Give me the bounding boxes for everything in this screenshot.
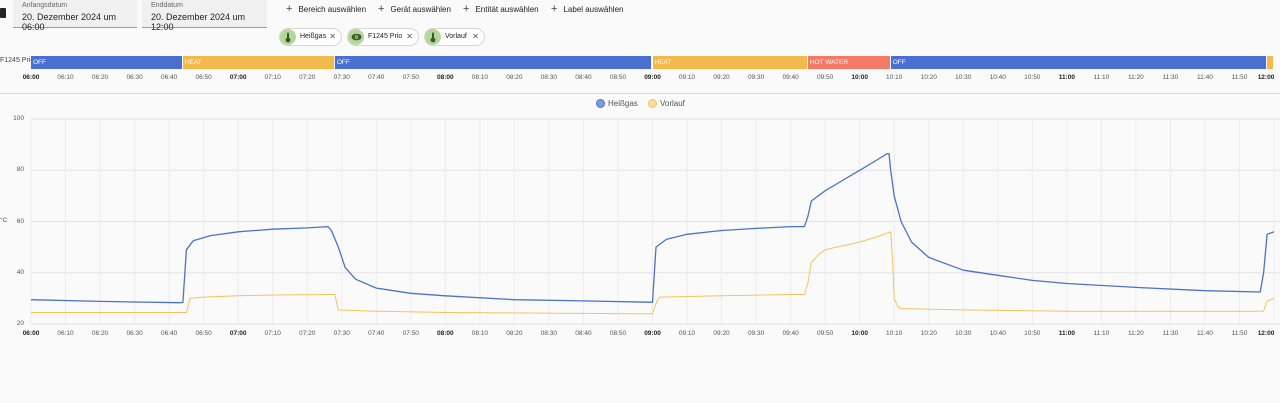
time-tick-label: 10:30 bbox=[955, 330, 972, 337]
time-tick-label: 11:10 bbox=[1093, 330, 1110, 337]
time-tick-label: 07:00 bbox=[229, 330, 247, 337]
time-tick-label: 06:10 bbox=[57, 330, 74, 337]
time-tick-label: 06:50 bbox=[195, 330, 212, 337]
time-tick-label: 10:40 bbox=[989, 330, 1006, 337]
time-tick-label: 07:50 bbox=[402, 330, 419, 337]
time-tick-label: 11:30 bbox=[1162, 330, 1179, 337]
time-tick-label: 07:10 bbox=[264, 330, 281, 337]
time-tick-label: 09:00 bbox=[644, 330, 661, 337]
time-tick-label: 06:30 bbox=[126, 330, 143, 337]
time-tick-label: 08:40 bbox=[575, 330, 592, 337]
time-tick-label: 07:30 bbox=[333, 330, 350, 337]
time-tick-label: 09:10 bbox=[678, 330, 696, 337]
time-tick-label: 08:50 bbox=[609, 330, 627, 337]
line-chart bbox=[30, 118, 1280, 325]
time-tick-label: 08:20 bbox=[506, 330, 523, 337]
time-tick-label: 06:20 bbox=[91, 330, 109, 337]
time-tick-label: 09:20 bbox=[713, 330, 730, 337]
time-tick-label: 07:20 bbox=[299, 330, 316, 337]
time-tick-label: 11:40 bbox=[1197, 330, 1213, 337]
time-tick-label: 08:10 bbox=[471, 330, 488, 337]
time-tick-label: 06:40 bbox=[160, 330, 178, 337]
time-tick-label: 11:20 bbox=[1127, 330, 1144, 337]
time-tick-label: 10:10 bbox=[886, 330, 903, 337]
time-tick-label: 06:00 bbox=[22, 330, 40, 337]
time-tick-label: 09:30 bbox=[747, 330, 765, 337]
time-tick-label: 07:40 bbox=[368, 330, 385, 337]
time-tick-label: 10:00 bbox=[851, 330, 868, 337]
time-tick-label: 12:00 bbox=[1257, 330, 1275, 337]
time-tick-label: 11:00 bbox=[1058, 330, 1075, 337]
time-tick-label: 10:50 bbox=[1024, 330, 1041, 337]
time-tick-label: 09:50 bbox=[816, 330, 834, 337]
time-tick-label: 08:00 bbox=[437, 330, 454, 337]
time-tick-label: 11:50 bbox=[1231, 330, 1248, 337]
time-tick-label: 08:30 bbox=[540, 330, 558, 337]
time-tick-label: 10:20 bbox=[920, 330, 937, 337]
time-tick-label: 09:40 bbox=[782, 330, 799, 337]
